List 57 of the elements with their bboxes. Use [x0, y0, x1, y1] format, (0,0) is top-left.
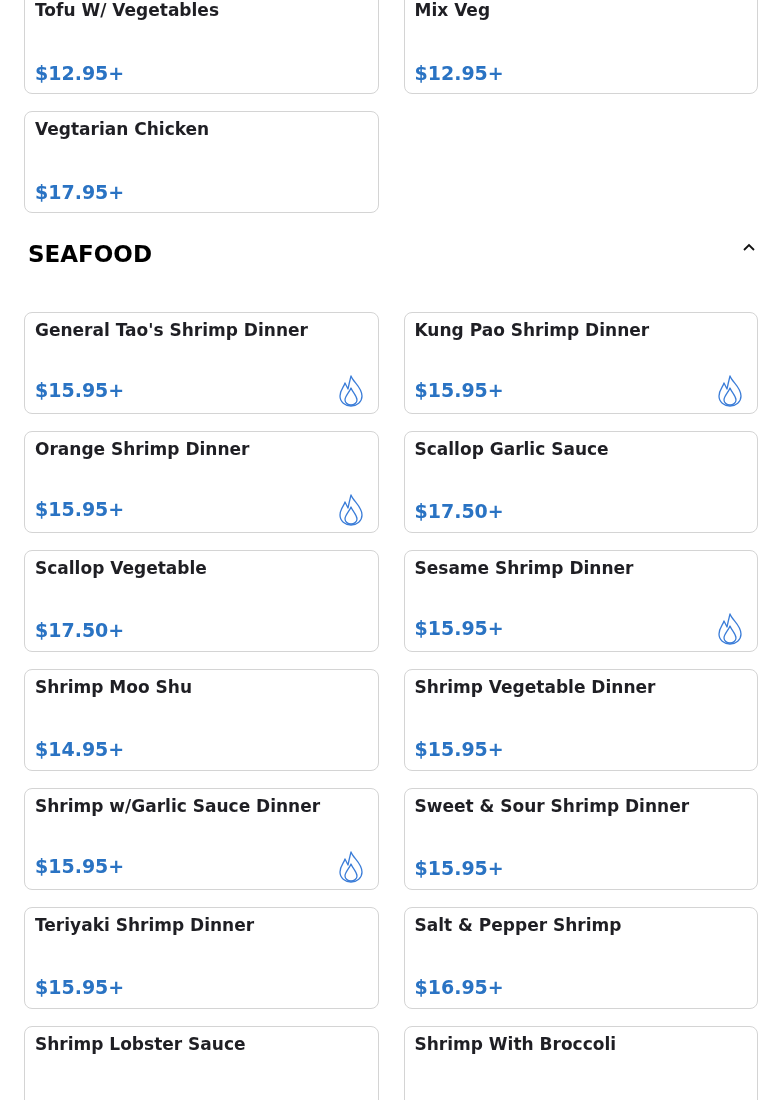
menu-item-card[interactable]: Teriyaki Shrimp Dinner $15.95+ — [24, 906, 379, 1009]
menu-item-card[interactable]: Vegtarian Chicken $17.95+ — [24, 111, 379, 213]
item-price: $17.50+ — [414, 499, 504, 524]
menu-item-card[interactable]: Sweet & Sour Shrimp Dinner $15.95+ — [403, 787, 758, 890]
item-name: Orange Shrimp Dinner — [35, 437, 251, 461]
menu-item-card[interactable]: Sesame Shrimp Dinner $15.95+ — [403, 549, 758, 652]
flame-icon — [337, 493, 364, 526]
flame-icon — [337, 850, 364, 883]
item-name: Sweet & Sour Shrimp Dinner — [414, 794, 691, 818]
item-price: $15.95+ — [35, 975, 125, 1000]
item-price: $15.95+ — [414, 378, 504, 404]
item-name: Shrimp Lobster Sauce — [35, 1032, 247, 1056]
item-price: $16.95+ — [414, 975, 504, 1000]
item-name: Vegtarian Chicken — [35, 118, 211, 141]
item-price: $15.95+ — [414, 737, 504, 762]
item-name: Shrimp With Broccoli — [414, 1032, 618, 1056]
menu-item-card[interactable]: Shrimp Moo Shu $14.95+ — [24, 668, 379, 771]
item-name: Tofu W/ Vegetables — [35, 0, 220, 22]
menu-item-card[interactable]: Scallop Garlic Sauce $17.50+ — [403, 430, 758, 533]
menu-item-card[interactable]: Scallop Vegetable $17.50+ — [24, 549, 379, 652]
item-price: $12.95+ — [414, 60, 504, 86]
item-name: Scallop Garlic Sauce — [414, 437, 610, 461]
menu-item-card[interactable]: Orange Shrimp Dinner $15.95+ — [24, 430, 379, 533]
section-header[interactable]: SEAFOOD — [24, 237, 758, 272]
item-name: General Tao's Shrimp Dinner — [35, 318, 309, 342]
item-name: Mix Veg — [414, 0, 492, 22]
menu-item-card[interactable]: Mix Veg $12.95+ — [403, 0, 758, 94]
chevron-up-icon[interactable] — [742, 242, 756, 253]
menu-item-card[interactable]: Shrimp Vegetable Dinner $15.95+ — [403, 668, 758, 771]
item-price: $14.95+ — [35, 737, 125, 762]
item-price: $15.95+ — [35, 497, 125, 523]
item-price: $15.95+ — [414, 616, 504, 642]
menu-item-card[interactable]: General Tao's Shrimp Dinner $15.95+ — [24, 311, 379, 414]
menu-item-card[interactable]: Shrimp Lobster Sauce — [24, 1025, 379, 1100]
menu-item-card[interactable]: Shrimp With Broccoli — [403, 1025, 758, 1100]
item-price: $15.95+ — [35, 854, 125, 880]
item-name: Scallop Vegetable — [35, 556, 208, 580]
item-name: Salt & Pepper Shrimp — [414, 913, 623, 937]
item-name: Teriyaki Shrimp Dinner — [35, 913, 256, 937]
flame-icon — [337, 374, 364, 407]
item-price: $15.95+ — [35, 378, 125, 404]
item-name: Kung Pao Shrimp Dinner — [414, 318, 651, 342]
section-title: SEAFOOD — [28, 240, 152, 269]
item-price: $17.50+ — [35, 618, 125, 643]
menu-item-card[interactable]: Shrimp w/Garlic Sauce Dinner $15.95+ — [24, 787, 379, 890]
item-name: Shrimp Moo Shu — [35, 675, 193, 699]
item-name: Shrimp w/Garlic Sauce Dinner — [35, 794, 322, 818]
flame-icon — [717, 374, 743, 407]
menu-item-card[interactable]: Kung Pao Shrimp Dinner $15.95+ — [403, 311, 758, 414]
item-name: Shrimp Vegetable Dinner — [414, 675, 657, 699]
item-price: $17.95+ — [35, 179, 125, 205]
menu-item-card[interactable]: Salt & Pepper Shrimp $16.95+ — [403, 906, 758, 1009]
menu-item-card[interactable]: Tofu W/ Vegetables $12.95+ — [24, 0, 379, 94]
item-price: $15.95+ — [414, 856, 504, 881]
item-name: Sesame Shrimp Dinner — [414, 556, 635, 580]
item-price: $12.95+ — [35, 60, 125, 86]
flame-icon — [717, 612, 743, 645]
